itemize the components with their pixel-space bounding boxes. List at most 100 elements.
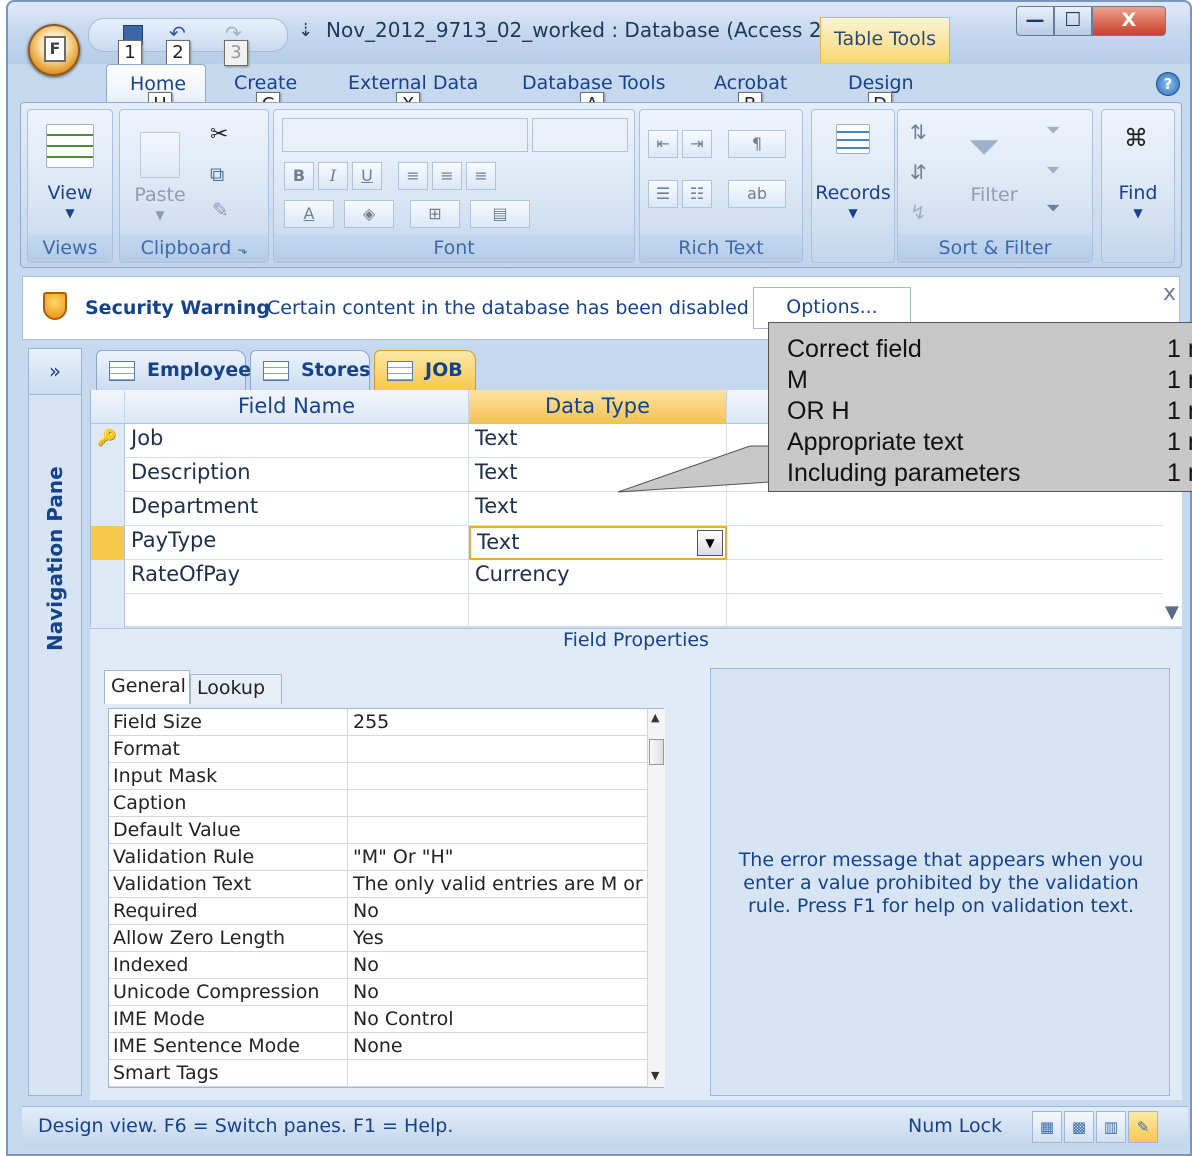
view-dropdown-icon[interactable]: ▼ [28,206,112,220]
property-row[interactable]: Smart Tags [109,1060,647,1087]
find-dropdown-icon[interactable]: ▼ [1102,206,1174,220]
dialog-launcher-icon[interactable]: ⬎ [237,243,247,257]
paste-dropdown-icon[interactable]: ▼ [130,208,190,222]
align-right-icon[interactable]: ≡ [466,162,496,190]
scroll-thumb[interactable] [649,739,664,765]
close-button[interactable]: X [1092,6,1166,36]
property-value[interactable]: "M" Or "H" [353,846,453,868]
paste-button[interactable]: Paste [130,184,190,206]
maximize-button[interactable]: ☐ [1054,6,1092,36]
navigation-pane-label[interactable]: Navigation Pane [43,466,67,651]
tab-stores[interactable]: Stores [250,350,370,390]
property-row[interactable]: Indexed No [109,952,647,979]
property-row[interactable]: Unicode Compression No [109,979,647,1006]
bold-button[interactable]: B [284,162,314,190]
data-type-cell[interactable]: Text [469,526,727,560]
pivot-table-view-icon[interactable]: ▩ [1064,1111,1094,1143]
field-name-cell[interactable] [125,594,469,628]
navigation-pane[interactable]: » Navigation Pane [28,348,82,1096]
table-row-empty[interactable] [91,594,1163,628]
tab-external-data[interactable]: External Data [348,72,478,94]
records-dropdown-icon[interactable]: ▼ [812,206,894,220]
data-type-dropdown-button[interactable]: ▼ [697,530,723,556]
property-value[interactable]: No [353,981,379,1003]
bullets-icon[interactable]: ☷ [682,180,712,208]
field-name-cell[interactable]: Job [125,424,469,458]
highlight-icon[interactable]: ab [728,180,786,208]
property-value[interactable]: No [353,954,379,976]
tab-general[interactable]: General [104,670,190,704]
find-button[interactable]: Find [1102,182,1174,204]
binoculars-icon[interactable]: ⌘ [1124,124,1148,152]
table-row[interactable]: RateOfPay Currency [91,560,1163,594]
property-value[interactable]: 255 [353,711,389,733]
tab-acrobat[interactable]: Acrobat [714,72,787,94]
scroll-up-icon[interactable]: ▲ [651,711,659,724]
scroll-down-icon[interactable]: ▼ [651,1069,659,1082]
property-row[interactable]: Validation Rule "M" Or "H" [109,844,647,871]
font-color-icon[interactable]: A [284,200,334,228]
property-row[interactable]: Required No [109,898,647,925]
fill-color-icon[interactable]: ◈ [344,200,394,228]
data-type-cell[interactable] [469,594,727,628]
tab-employee[interactable]: Employee [96,350,251,390]
increase-indent-icon[interactable]: ⇥ [682,130,712,158]
table-row-selected[interactable]: PayType Text ▼ [91,526,1163,560]
property-scrollbar[interactable]: ▲ ▼ [647,709,665,1087]
row-selector[interactable] [91,560,125,594]
clear-sort-icon[interactable]: ↯ [910,200,927,224]
copy-icon[interactable]: ⧉ [210,162,224,186]
tab-create[interactable]: Create [234,72,297,94]
sort-descending-icon[interactable]: ⇵ [910,160,927,184]
toggle-filter-icon[interactable]: ⏷ [1046,198,1060,219]
records-button[interactable]: Records [812,182,894,204]
row-selector[interactable] [91,526,125,560]
data-type-cell[interactable]: Currency [469,560,727,594]
nav-pane-toggle-button[interactable]: » [29,349,81,395]
field-name-cell[interactable]: Description [125,458,469,492]
qat-customize-icon[interactable]: ⇣ [298,20,313,41]
sort-ascending-icon[interactable]: ⇅ [910,120,927,144]
row-selector[interactable] [91,594,125,628]
property-value[interactable]: None [353,1035,403,1057]
field-name-cell[interactable]: Department [125,492,469,526]
font-name-combo[interactable] [282,118,528,152]
paragraph-icon[interactable]: ¶ [728,130,786,158]
property-value[interactable]: No Control [353,1008,454,1030]
row-selector[interactable] [91,458,125,492]
minimize-button[interactable]: — [1016,6,1054,36]
tab-database-tools[interactable]: Database Tools [522,72,666,94]
align-left-icon[interactable]: ≡ [398,162,428,190]
property-row[interactable]: Allow Zero Length Yes [109,925,647,952]
property-row[interactable]: Field Size 255 [109,709,647,736]
property-value[interactable]: Yes [353,927,384,949]
records-icon[interactable] [836,124,870,154]
underline-button[interactable]: U [352,162,382,190]
help-icon[interactable]: ? [1156,72,1180,96]
design-view-icon[interactable]: ✎ [1128,1111,1158,1143]
tab-design[interactable]: Design [848,72,914,94]
decrease-indent-icon[interactable]: ⇤ [648,130,678,158]
pivot-chart-view-icon[interactable]: ▥ [1096,1111,1126,1143]
field-name-cell[interactable]: PayType [125,526,469,560]
gridlines-icon[interactable]: ⊞ [410,200,460,228]
property-row[interactable]: IME Sentence Mode None [109,1033,647,1060]
view-button[interactable]: View [28,182,112,204]
row-selector[interactable]: 🔑 [91,424,125,458]
numbering-icon[interactable]: ☰ [648,180,678,208]
filter-icon[interactable]: ⏷ [968,124,1000,170]
property-row[interactable]: IME Mode No Control [109,1006,647,1033]
tab-job[interactable]: JOB [374,350,476,390]
property-row[interactable]: Format [109,736,647,763]
property-row[interactable]: Default Value [109,817,647,844]
select-all-corner[interactable] [91,390,125,424]
view-icon[interactable] [46,124,94,168]
alternate-fill-icon[interactable]: ▤ [470,200,530,228]
property-row[interactable]: Input Mask [109,763,647,790]
property-value[interactable]: No [353,900,379,922]
align-center-icon[interactable]: ≡ [432,162,462,190]
italic-button[interactable]: I [318,162,348,190]
property-row[interactable]: Validation Text The only valid entries ar… [109,871,663,898]
format-painter-icon[interactable]: ✎ [212,198,229,222]
property-value[interactable]: The only valid entries are M or H [353,873,663,895]
